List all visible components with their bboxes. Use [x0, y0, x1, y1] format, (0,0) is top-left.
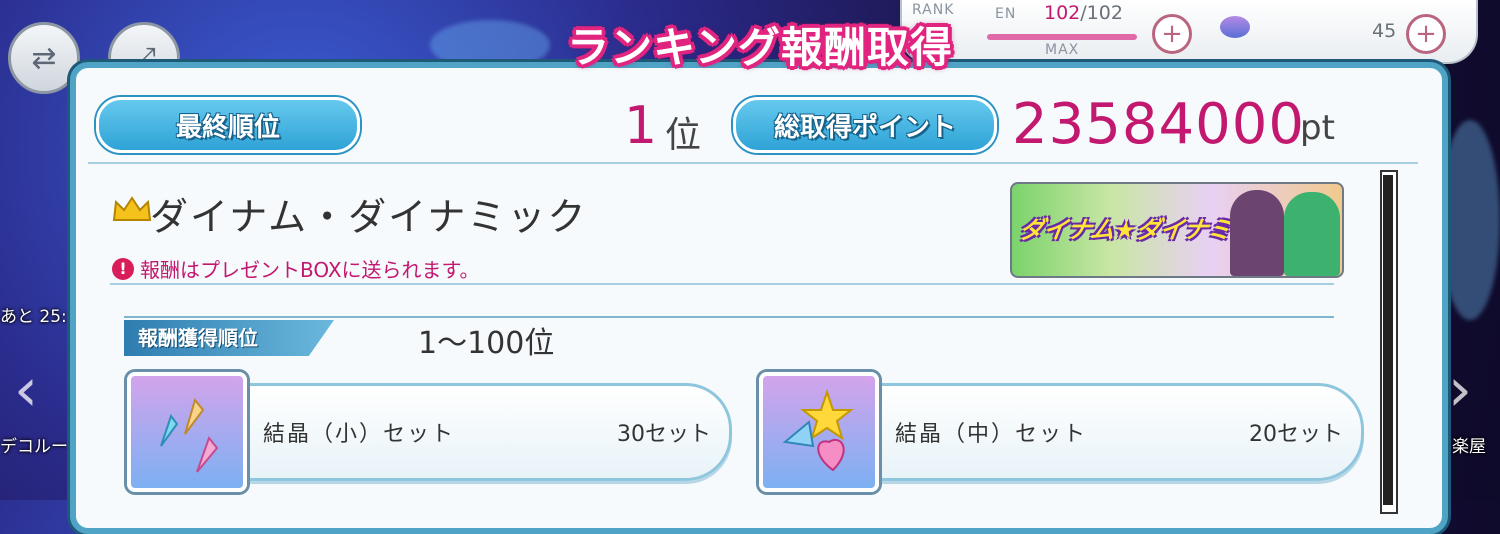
left-nav-label[interactable]: デコルー — [0, 432, 68, 457]
total-points-label: 総取得ポイント — [733, 97, 997, 153]
currency-plus-button[interactable]: + — [1406, 14, 1446, 54]
reward-name: 結晶（中）セット — [895, 422, 1088, 447]
background-sparkle — [1440, 120, 1500, 320]
en-max-label: MAX — [1045, 42, 1080, 58]
banner-character — [1284, 192, 1340, 276]
crown-icon — [112, 196, 152, 221]
final-rank-unit: 位 — [665, 115, 702, 156]
en-gauge — [987, 34, 1137, 40]
tier-label: 報酬獲得順位 — [124, 320, 334, 356]
tier-value: 1〜100位 — [418, 326, 555, 361]
right-nav-label[interactable]: 楽屋 — [1452, 432, 1486, 457]
crystal-icon — [782, 388, 854, 472]
tier-divider — [124, 316, 1334, 318]
final-rank-label: 最終順位 — [96, 97, 360, 153]
en-plus-button[interactable]: + — [1152, 14, 1192, 54]
notice: ! 報酬はプレゼントBOXに送られます。 — [112, 254, 480, 283]
modal-title: ランキング報酬取得 — [567, 22, 953, 72]
banner-character — [1230, 190, 1284, 276]
medium-crystal-set-icon[interactable] — [759, 372, 879, 492]
reward-name: 結晶（小）セット — [263, 422, 456, 447]
warning-icon: ! — [112, 257, 134, 280]
total-points-value: 23584000 — [1012, 92, 1306, 157]
currency-value: 45 — [1372, 20, 1397, 42]
notice-text: 報酬はプレゼントBOXに送られます。 — [140, 258, 480, 282]
planet-currency-icon — [1220, 16, 1250, 38]
left-arrow-icon[interactable]: ‹ — [14, 355, 38, 425]
en-current: 102 — [1044, 2, 1081, 24]
right-arrow-icon[interactable]: › — [1448, 355, 1472, 425]
status-hud: RANK EN 102/102 MAX + 45 + — [900, 0, 1478, 64]
final-rank-value: 1 — [624, 96, 658, 156]
en-max: /102 — [1080, 2, 1123, 24]
small-crystal-set-icon[interactable] — [127, 372, 247, 492]
event-divider — [110, 283, 1334, 285]
reward-count: 20セット — [1249, 422, 1343, 447]
total-points-unit: pt — [1300, 108, 1335, 148]
event-name: ダイナム・ダイナミック — [150, 195, 588, 239]
en-value: 102/102 — [1044, 2, 1123, 24]
en-label: EN — [995, 6, 1017, 22]
header-divider — [88, 162, 1418, 164]
event-banner-image: ダイナム★ダイナミック — [1010, 182, 1344, 278]
scrollbar-thumb[interactable] — [1383, 175, 1393, 505]
crystal-icon — [160, 397, 219, 473]
reward-count: 30セット — [617, 422, 711, 447]
left-timer: あと 25: — [0, 307, 67, 327]
